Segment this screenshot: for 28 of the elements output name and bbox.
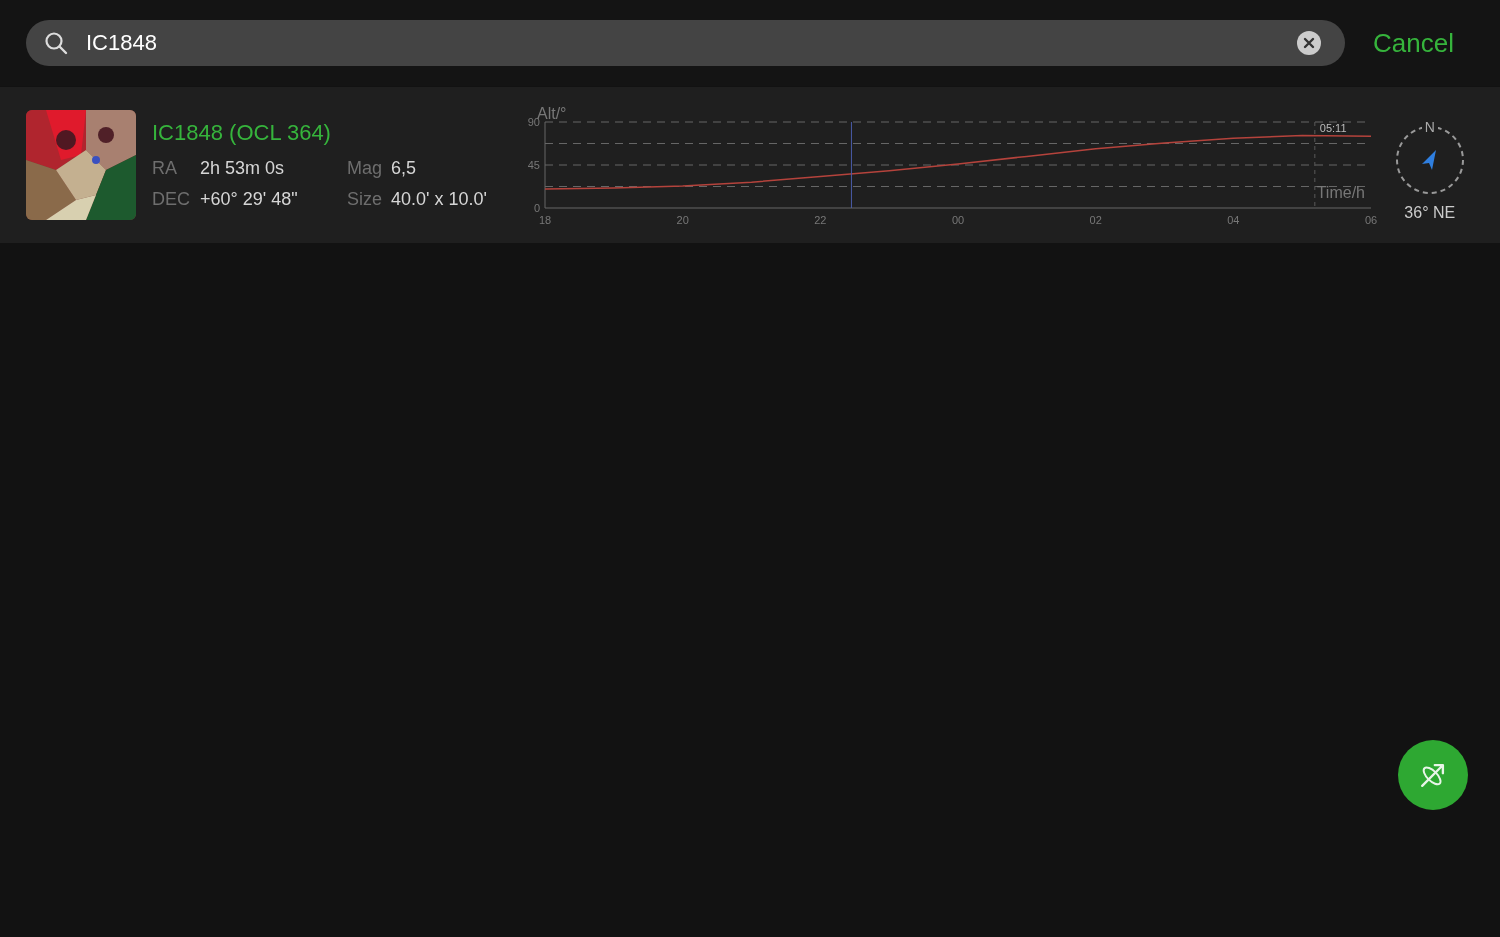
x-tick-label: 18 xyxy=(538,213,551,226)
compass-north-label: N xyxy=(1424,120,1435,134)
x-tick-label: 00 xyxy=(951,213,964,226)
field-label: Mag xyxy=(347,158,383,179)
cancel-button[interactable]: Cancel xyxy=(1373,27,1474,59)
search-icon xyxy=(44,31,68,55)
y-tick-label: 45 xyxy=(527,158,540,171)
peak-time-label: 05:11 xyxy=(1319,121,1347,134)
field-label: Size xyxy=(347,189,383,210)
x-axis-label: Time/h xyxy=(1316,183,1365,201)
x-tick-label: 06 xyxy=(1364,213,1377,226)
y-tick-label: 0 xyxy=(533,201,540,214)
x-tick-label: 22 xyxy=(813,213,826,226)
object-name: IC1848 (OCL 364) xyxy=(152,120,332,146)
clear-icon[interactable] xyxy=(1297,31,1322,55)
field-value: 6,5 xyxy=(391,158,418,179)
field-label: RA xyxy=(152,158,178,179)
search-input[interactable]: IC1848 xyxy=(86,30,1280,56)
field-value: 2h 53m 0s xyxy=(200,158,286,179)
field-label: DEC xyxy=(152,189,191,210)
search-field[interactable]: IC1848 xyxy=(26,20,1346,66)
x-tick-label: 04 xyxy=(1226,213,1239,226)
x-tick-label: 02 xyxy=(1089,213,1102,226)
field-value: +60° 29' 48" xyxy=(200,189,299,210)
x-tick-label: 20 xyxy=(676,213,689,226)
result-row[interactable]: IC1848 (OCL 364) RA 2h 53m 0s Mag 6,5 DEC +60° 29' 48" Size 40.0' x 10.0' 0 45 90 18 20 22 00 02 04 06 Alt/° Time/h 05:11 N 36° NE xyxy=(0,87,1500,243)
direction-text: 36° NE xyxy=(1404,204,1456,222)
field-value: 40.0' x 10.0' xyxy=(391,189,488,210)
